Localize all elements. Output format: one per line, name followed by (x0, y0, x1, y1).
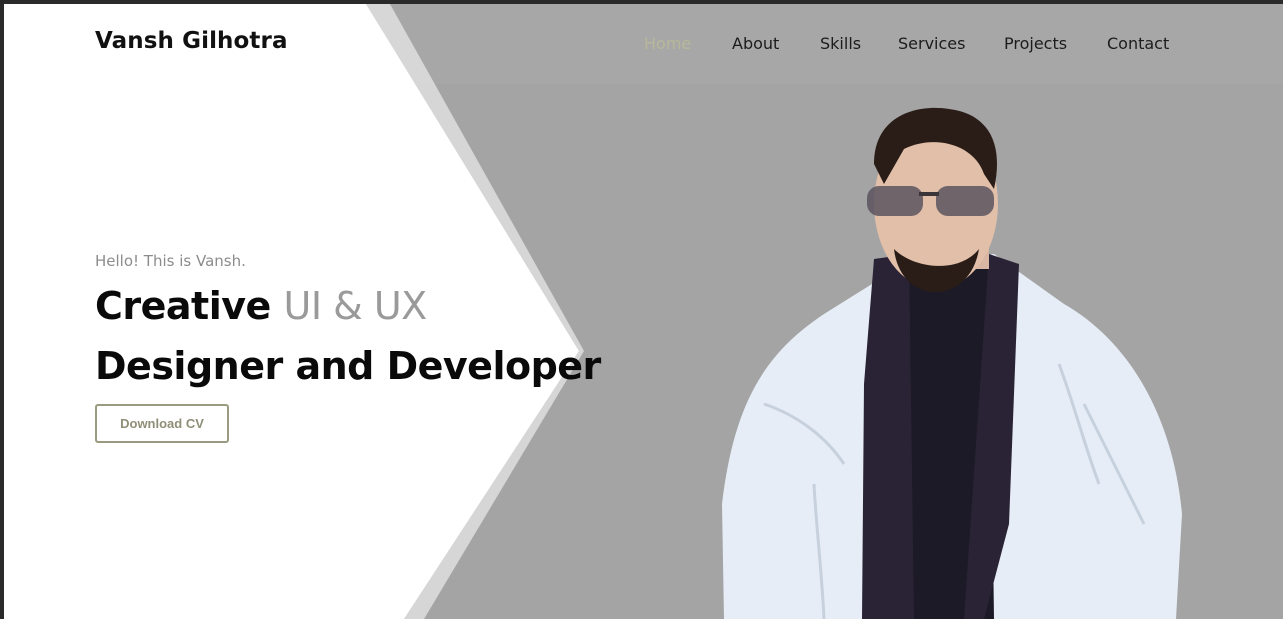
hero-headline-line1: Creative UI & UX (95, 284, 427, 328)
hero-greeting: Hello! This is Vansh. (95, 252, 246, 270)
hero-section: Vansh Gilhotra Home About Skills Service… (4, 4, 1283, 619)
headline-creative: Creative (95, 284, 271, 328)
nav-contact[interactable]: Contact (1107, 34, 1169, 53)
nav-projects[interactable]: Projects (1004, 34, 1067, 53)
download-cv-button[interactable]: Download CV (95, 404, 229, 443)
headline-ui-ux: UI & UX (283, 284, 428, 328)
site-logo[interactable]: Vansh Gilhotra (95, 28, 288, 54)
nav-services[interactable]: Services (898, 34, 965, 53)
hero-headline-line2: Designer and Developer (95, 344, 601, 388)
nav-about[interactable]: About (732, 34, 779, 53)
profile-photo (722, 107, 1182, 619)
nav-skills[interactable]: Skills (820, 34, 861, 53)
nav-home[interactable]: Home (644, 34, 691, 53)
